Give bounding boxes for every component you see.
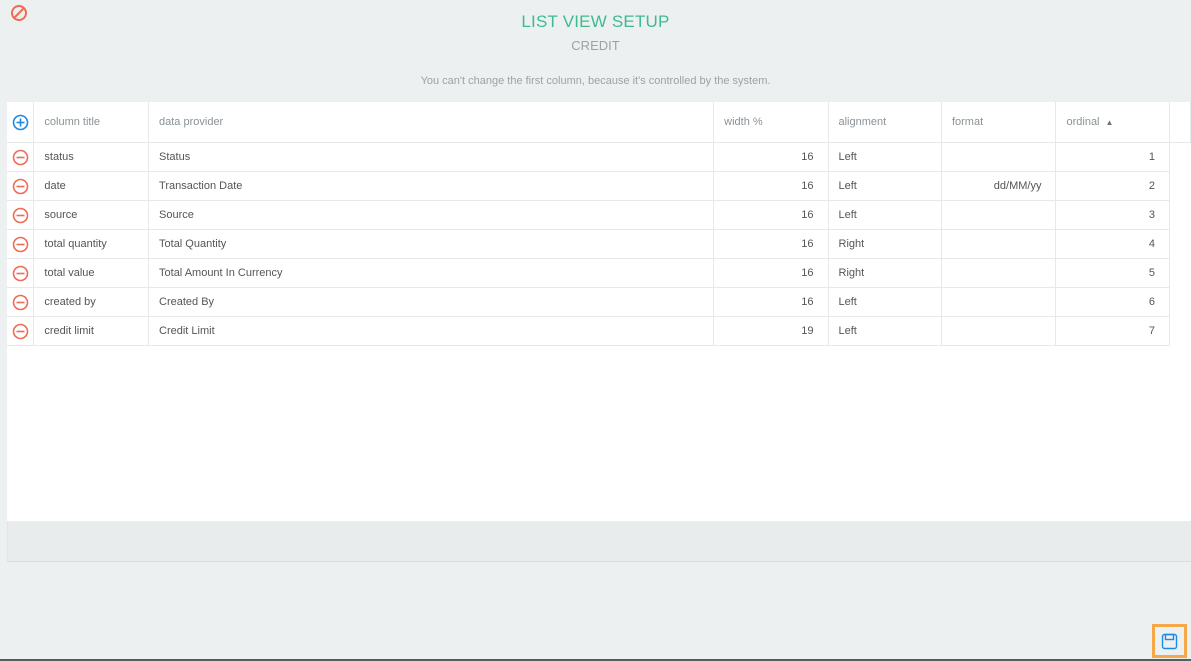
table-row[interactable]: created by Created By 16 Left 6 (7, 287, 1191, 317)
table-row[interactable]: status Status 16 Left 1 (7, 142, 1191, 172)
page-title: LIST VIEW SETUP (521, 12, 670, 31)
cell-alignment[interactable]: Left (828, 316, 942, 346)
cell-data-provider[interactable]: Transaction Date (148, 171, 715, 201)
table-body: status Status 16 Left 1 date Transaction Date 1… (7, 142, 1191, 346)
column-header-alignment[interactable]: alignment (828, 102, 942, 143)
cell-column-title[interactable]: date (33, 171, 150, 201)
cell-column-title[interactable]: status (33, 142, 150, 172)
cell-width[interactable]: 16 (713, 258, 829, 288)
cell-alignment[interactable]: Left (828, 142, 942, 172)
cell-format[interactable] (941, 287, 1057, 317)
cell-column-title[interactable]: created by (33, 287, 150, 317)
minus-circle-icon[interactable] (12, 294, 29, 311)
cell-alignment[interactable]: Left (828, 200, 942, 230)
list-view-panel: column title data provider width % align… (7, 102, 1191, 521)
cell-ordinal[interactable]: 4 (1055, 229, 1170, 259)
cell-format[interactable]: dd/MM/yy (941, 171, 1057, 201)
panel-footer (7, 521, 1191, 562)
cell-width[interactable]: 16 (713, 142, 829, 172)
cell-ordinal[interactable]: 3 (1055, 200, 1170, 230)
table-header-row: column title data provider width % align… (7, 102, 1191, 143)
cell-ordinal[interactable]: 7 (1055, 316, 1170, 346)
cell-alignment[interactable]: Left (828, 287, 942, 317)
minus-circle-icon[interactable] (12, 178, 29, 195)
column-header-provider[interactable]: data provider (148, 102, 715, 143)
column-header-title[interactable]: column title (33, 102, 150, 143)
page-subtitle: CREDIT (571, 38, 620, 53)
cell-spacer (1169, 201, 1190, 230)
cell-spacer (1169, 259, 1190, 288)
cell-alignment[interactable]: Left (828, 171, 942, 201)
cell-width[interactable]: 16 (713, 229, 829, 259)
page-header: LIST VIEW SETUP CREDIT (0, 12, 1191, 53)
cell-ordinal[interactable]: 5 (1055, 258, 1170, 288)
info-note: You can't change the first column, becau… (420, 75, 771, 87)
cell-alignment[interactable]: Right (828, 229, 942, 259)
remove-row-cell (7, 229, 35, 259)
column-header-ordinal[interactable]: ordinal ▲ (1055, 102, 1170, 143)
minus-circle-icon[interactable] (12, 265, 29, 282)
minus-circle-icon[interactable] (12, 149, 29, 166)
cell-data-provider[interactable]: Total Amount In Currency (148, 258, 715, 288)
cell-format[interactable] (941, 316, 1057, 346)
cell-data-provider[interactable]: Source (148, 200, 715, 230)
cell-ordinal[interactable]: 6 (1055, 287, 1170, 317)
table-row[interactable]: total value Total Amount In Currency 16 Rig… (7, 258, 1191, 288)
cell-spacer (1169, 143, 1190, 172)
remove-row-cell (7, 316, 35, 346)
table-row[interactable]: date Transaction Date 16 Left dd/MM/yy 2 (7, 171, 1191, 201)
cell-spacer (1169, 172, 1190, 201)
cell-alignment[interactable]: Right (828, 258, 942, 288)
table-row[interactable]: credit limit Credit Limit 19 Left 7 (7, 316, 1191, 346)
cell-format[interactable] (941, 258, 1057, 288)
save-button[interactable] (1152, 624, 1187, 658)
column-header-width[interactable]: width % (713, 102, 829, 143)
plus-circle-icon[interactable] (12, 114, 29, 131)
column-header-spacer (1169, 102, 1191, 143)
table-row[interactable]: total quantity Total Quantity 16 Right 4 (7, 229, 1191, 259)
cell-data-provider[interactable]: Created By (148, 287, 715, 317)
sort-ascending-icon: ▲ (1105, 118, 1114, 127)
cell-ordinal[interactable]: 1 (1055, 142, 1170, 172)
cell-column-title[interactable]: total quantity (33, 229, 150, 259)
cell-format[interactable] (941, 142, 1057, 172)
cell-width[interactable]: 19 (713, 316, 829, 346)
add-row-cell (7, 102, 35, 143)
columns-table: column title data provider width % align… (7, 102, 1191, 346)
cell-format[interactable] (941, 229, 1057, 259)
cell-spacer (1169, 288, 1190, 317)
minus-circle-icon[interactable] (12, 236, 29, 253)
column-header-format[interactable]: format (941, 102, 1057, 143)
remove-row-cell (7, 200, 35, 230)
cell-format[interactable] (941, 200, 1057, 230)
cell-data-provider[interactable]: Credit Limit (148, 316, 715, 346)
cell-width[interactable]: 16 (713, 171, 829, 201)
cell-spacer (1169, 230, 1190, 259)
cell-ordinal[interactable]: 2 (1055, 171, 1170, 201)
minus-circle-icon[interactable] (12, 207, 29, 224)
save-icon (1161, 633, 1178, 649)
minus-circle-icon[interactable] (12, 323, 29, 340)
column-header-ordinal-label: ordinal (1066, 116, 1100, 128)
cell-column-title[interactable]: source (33, 200, 150, 230)
remove-row-cell (7, 171, 35, 201)
remove-row-cell (7, 258, 35, 288)
cell-spacer (1169, 317, 1190, 346)
cell-column-title[interactable]: credit limit (33, 316, 150, 346)
cell-data-provider[interactable]: Total Quantity (148, 229, 715, 259)
remove-row-cell (7, 287, 35, 317)
cell-column-title[interactable]: total value (33, 258, 150, 288)
table-row[interactable]: source Source 16 Left 3 (7, 200, 1191, 230)
cell-width[interactable]: 16 (713, 200, 829, 230)
cell-width[interactable]: 16 (713, 287, 829, 317)
cell-data-provider[interactable]: Status (148, 142, 715, 172)
remove-row-cell (7, 142, 35, 172)
